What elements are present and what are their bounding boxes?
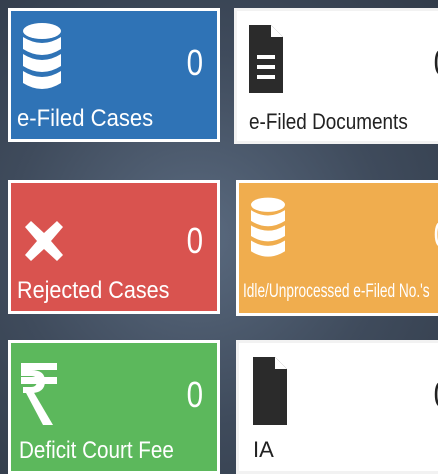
tile-efiled-documents[interactable]: 0 e-Filed Documents xyxy=(234,8,438,144)
ia-label: IA xyxy=(253,437,274,462)
efiled-cases-count: 0 xyxy=(186,42,203,83)
tile-efiled-cases[interactable]: 0 e-Filed Cases xyxy=(8,8,220,142)
database-icon xyxy=(23,23,61,96)
database-icon xyxy=(251,197,285,264)
tile-deficit-court-fee[interactable]: 0 Deficit Court Fee xyxy=(8,340,220,474)
document-icon xyxy=(253,357,287,430)
document-icon xyxy=(249,25,283,98)
deficit-court-fee-count: 0 xyxy=(186,374,203,415)
rupee-icon xyxy=(21,363,57,430)
tile-rejected-cases[interactable]: 0 Rejected Cases xyxy=(8,180,220,314)
efiled-documents-label: e-Filed Documents xyxy=(249,109,408,134)
rejected-cases-label: Rejected Cases xyxy=(17,277,170,304)
tile-ia[interactable]: 0 IA xyxy=(236,340,438,474)
idle-unprocessed-count: 0 xyxy=(434,217,438,253)
efiled-cases-label: e-Filed Cases xyxy=(17,105,154,132)
deficit-court-fee-label: Deficit Court Fee xyxy=(19,437,174,464)
efiled-documents-count: 0 xyxy=(434,45,438,81)
idle-unprocessed-label: Idle/Unprocessed e-Filed No.'s xyxy=(243,281,430,302)
ia-count: 0 xyxy=(434,377,438,413)
close-x-icon xyxy=(25,221,63,266)
tile-idle-unprocessed[interactable]: 0 Idle/Unprocessed e-Filed No.'s xyxy=(236,180,438,316)
rejected-cases-count: 0 xyxy=(186,220,203,261)
